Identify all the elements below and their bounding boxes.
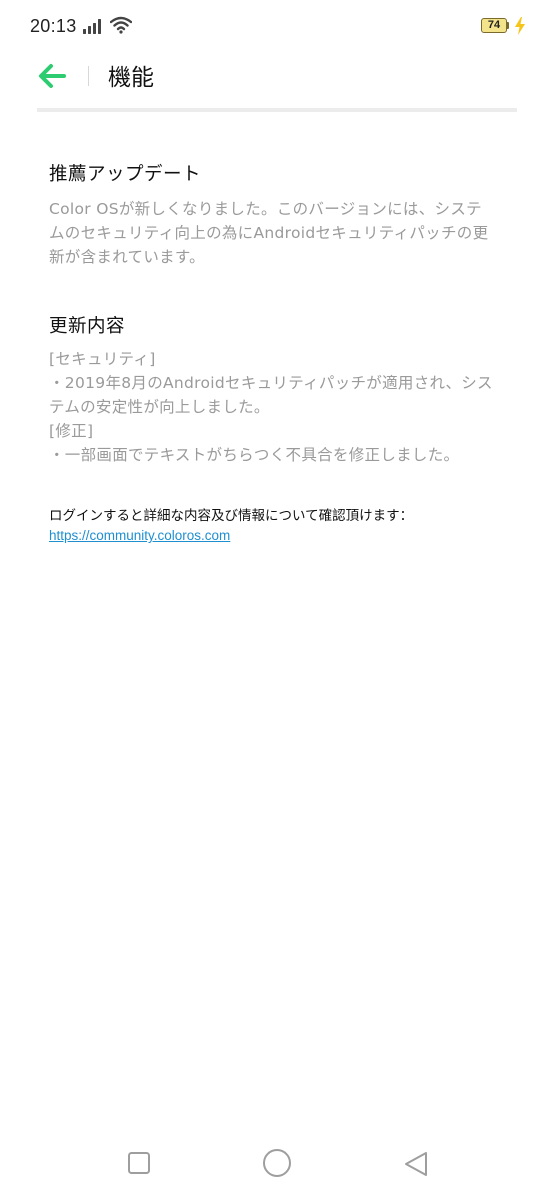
arrow-left-icon [39,64,66,88]
recommended-update-description: Color OSが新しくなりました。このバージョンには、システ ムのセキュリティ… [49,197,509,269]
page-title: 機能 [108,65,154,91]
wifi-icon [110,16,132,34]
battery-icon: 74 [481,18,511,35]
recents-square-icon[interactable] [126,1150,152,1176]
login-info-note: ログインすると詳細な内容及び情報について確認頂けます： [49,508,414,524]
change-line: [修正] [49,422,94,440]
change-line: ・2019年8月のAndroidセキュリティパッチが適用され、シス [49,374,493,392]
back-triangle-icon[interactable] [402,1150,430,1178]
description-line: Color OSが新しくなりました。このバージョンには、システ [49,200,482,218]
update-contents-heading: 更新内容 [49,316,126,337]
status-time: 20:13 [30,16,77,36]
description-line: 新が含まれています。 [49,248,205,266]
signal-icon [83,19,101,34]
header-divider [88,66,89,86]
app-header: 機能 [0,54,554,102]
home-circle-icon[interactable] [262,1148,292,1178]
community-link[interactable]: https://community.coloros.com [49,526,230,546]
status-bar: 20:13 74 [0,0,554,54]
change-line: テムの安定性が向上しました。 [49,398,270,416]
update-contents-list: [セキュリティ] ・2019年8月のAndroidセキュリティパッチが適用され、… [49,347,509,467]
description-line: ムのセキュリティ向上の為にAndroidセキュリティパッチの更 [49,224,489,242]
battery-level: 74 [487,19,501,31]
back-button[interactable] [34,60,72,92]
charging-icon [515,17,525,35]
navigation-bar [0,1140,554,1190]
change-line: ・一部画面でテキストがちらつく不具合を修正しました。 [49,446,460,464]
header-separator [37,108,517,112]
change-line: [セキュリティ] [49,350,156,368]
recommended-update-heading: 推薦アップデート [49,164,202,185]
